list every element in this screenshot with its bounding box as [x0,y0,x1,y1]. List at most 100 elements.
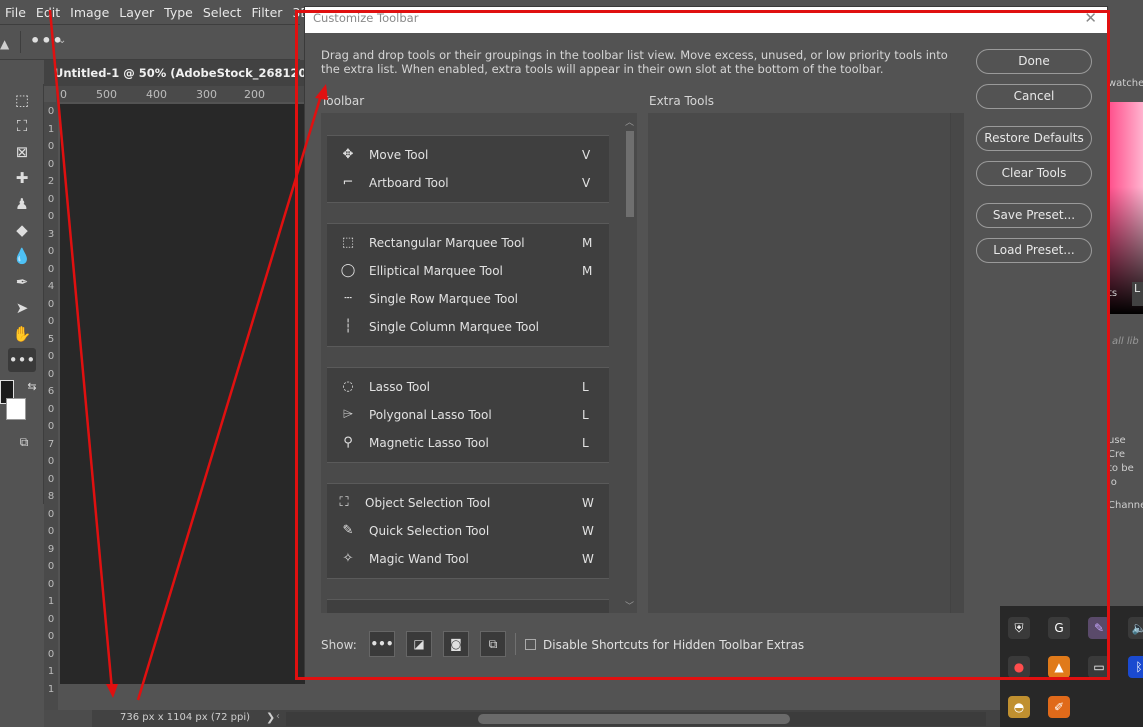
screen-mode-icon[interactable]: ⧉ [10,430,38,454]
tool-row-lasso[interactable]: ◌ Lasso Tool L [327,373,609,401]
ruler-tick-label: 0 [47,193,55,205]
tool-shortcut: L [582,408,589,422]
blur-drop-icon[interactable]: 💧 [8,244,36,268]
tool-row-move[interactable]: ✥ Move Tool V [327,141,609,169]
pen-tool-icon[interactable]: ✒ [8,270,36,294]
extra-tools-list[interactable] [648,113,964,613]
status-menu-arrow[interactable]: ❯ [266,711,275,724]
object-selection-icon[interactable]: ⛶ [8,114,36,138]
menu-select[interactable]: Select [198,5,247,20]
display-icon[interactable]: ▭ [1088,656,1110,678]
tool-row-mag-lasso[interactable]: ⚲ Magnetic Lasso Tool L [327,429,609,457]
tool-row-object-selection[interactable]: ⛶ Object Selection Tool W [327,489,609,517]
menu-file[interactable]: File [0,5,31,20]
horizontal-scrollbar[interactable]: ‹ [276,711,986,726]
menu-filter[interactable]: Filter [246,5,287,20]
volume-icon[interactable]: 🔈 [1128,617,1143,639]
zoom-field[interactable] [44,710,92,727]
clear-tools-button[interactable]: Clear Tools [976,161,1092,186]
restore-defaults-button[interactable]: Restore Defaults [976,126,1092,151]
ruler-tick-label: 0 [47,561,55,572]
menu-layer[interactable]: Layer [114,5,159,20]
app-tray-icon[interactable]: ✐ [1048,696,1070,718]
clone-stamp-icon[interactable]: ♟ [8,192,36,216]
scroll-thumb[interactable] [626,131,634,217]
hand-tool-icon[interactable]: ✋ [8,322,36,346]
disable-shortcuts-label[interactable]: Disable Shortcuts for Hidden Toolbar Ext… [543,638,804,652]
ruler-tick-label: 3 [47,228,55,240]
edit-toolbar-icon[interactable]: ••• [8,348,36,372]
show-screen-mode-icon[interactable]: ⧉ [480,631,506,657]
security-shield-icon[interactable]: ⛨ [1008,617,1030,639]
document-tab[interactable]: Untitled-1 @ 50% (AdobeStock_268120741, … [44,60,304,86]
menu-type[interactable]: Type [159,5,198,20]
menu-image[interactable]: Image [65,5,114,20]
avast-icon[interactable]: ▲ [1048,656,1070,678]
scroll-thumb[interactable] [478,714,790,724]
show-extra-tools-icon[interactable]: ••• [369,631,395,657]
system-tray-overflow: ⛨ G ✎ 🔈 ● ▲ ▭ ᛒ ◓ ✐ [1000,606,1143,727]
recorder-icon[interactable]: ● [1008,656,1030,678]
eraser-icon[interactable]: ◆ [8,218,36,242]
panel-tab-label[interactable]: ts [1108,288,1117,299]
cancel-button[interactable]: Cancel [976,84,1092,109]
disable-shortcuts-checkbox[interactable] [525,639,536,650]
tool-row-quick-selection[interactable]: ✎ Quick Selection Tool W [327,517,609,545]
background-color-swatch[interactable] [6,398,26,420]
rectangular-marquee-icon[interactable]: ⬚ [8,88,36,112]
dialog-title: Customize Toolbar [313,11,419,25]
close-icon[interactable]: ✕ [1084,9,1097,27]
show-quick-mask-icon[interactable]: ◙ [443,631,469,657]
swap-colors-icon[interactable]: ⇆ [18,374,46,398]
tool-group[interactable]: ⌗ [327,599,609,613]
tool-row-row-marquee[interactable]: ┄ Single Row Marquee Tool [327,285,609,313]
single-row-marquee-icon: ┄ [344,291,352,306]
chevron-down-icon[interactable]: ⌄ [58,35,66,46]
ruler-tick-label: 0 [47,351,55,362]
crop-tool-icon: ⌗ [339,612,357,613]
document-canvas[interactable] [60,104,305,684]
tool-shortcut: M [582,236,593,250]
show-color-swatch-icon[interactable]: ◪ [406,631,432,657]
tool-group[interactable]: ✥ Move Tool V ⌐ Artboard Tool V [327,135,609,203]
tool-group[interactable]: ⛶ Object Selection Tool W ✎ Quick Select… [327,483,609,579]
chevron-up-icon[interactable]: ︿ [625,115,634,128]
swatches-tab[interactable]: watches [1108,78,1143,89]
load-preset-button[interactable]: Load Preset... [976,238,1092,263]
feather-app-icon[interactable]: ✎ [1088,617,1110,639]
ruler-tick-label: 1 [47,123,55,135]
menu-edit[interactable]: Edit [31,5,65,20]
tool-group[interactable]: ⬚ Rectangular Marquee Tool M ◯ Elliptica… [327,223,609,347]
channels-tab[interactable]: Channe [1108,500,1143,511]
ruler-tick-label: 0 [47,263,55,275]
ruler-tick-label: 500 [96,88,117,101]
drive-icon[interactable]: ◓ [1008,696,1030,718]
toolbar-list-label: Toolbar [321,94,365,108]
tool-row-crop[interactable]: ⌗ [327,606,609,613]
grammarly-icon[interactable]: G [1048,617,1070,639]
extra-list-scrollbar[interactable] [950,113,964,613]
toolbar-list[interactable]: ✥ Move Tool V ⌐ Artboard Tool V ⬚ Rectan… [321,113,637,613]
tool-row-rect-marquee[interactable]: ⬚ Rectangular Marquee Tool M [327,229,609,257]
library-search-text: all lib [1112,336,1139,347]
tool-row-col-marquee[interactable]: ┆ Single Column Marquee Tool [327,313,609,341]
home-icon[interactable]: ▲ [0,37,9,51]
bluetooth-icon[interactable]: ᛒ [1128,656,1143,678]
tool-row-magic-wand[interactable]: ✧ Magic Wand Tool W [327,545,609,573]
libraries-tab[interactable]: L [1132,282,1143,306]
tool-name: Artboard Tool [369,176,449,190]
dialog-titlebar: Customize Toolbar ✕ [305,7,1107,33]
done-button[interactable]: Done [976,49,1092,74]
chevron-down-icon[interactable]: ﹀ [625,599,634,612]
tool-row-artboard[interactable]: ⌐ Artboard Tool V [327,169,609,197]
healing-brush-icon[interactable]: ✚ [8,166,36,190]
tool-row-ellip-marquee[interactable]: ◯ Elliptical Marquee Tool M [327,257,609,285]
chevron-left-icon[interactable]: ‹ [276,711,280,722]
toolbar-list-scrollbar[interactable]: ︿ ﹀ [623,113,637,613]
frame-tool-icon[interactable]: ⊠ [8,140,36,164]
object-selection-icon: ⛶ [339,495,349,510]
tool-row-poly-lasso[interactable]: ⌲ Polygonal Lasso Tool L [327,401,609,429]
path-selection-icon[interactable]: ➤ [8,296,36,320]
save-preset-button[interactable]: Save Preset... [976,203,1092,228]
tool-group[interactable]: ◌ Lasso Tool L ⌲ Polygonal Lasso Tool L … [327,367,609,463]
